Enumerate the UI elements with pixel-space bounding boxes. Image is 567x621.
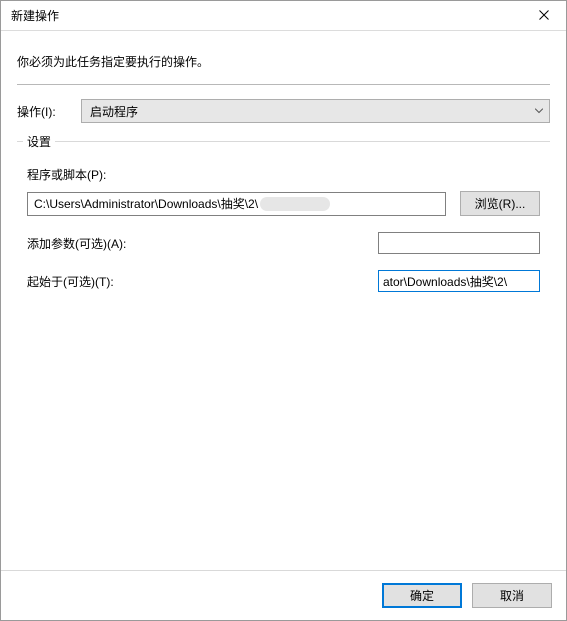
dialog-body: 你必须为此任务指定要执行的操作。 操作(I): 启动程序 设置 程序或脚本(P)… <box>1 31 566 570</box>
dialog-title: 新建操作 <box>11 7 59 24</box>
startin-input[interactable]: ator\Downloads\抽奖\2\ <box>378 270 540 292</box>
action-row: 操作(I): 启动程序 <box>17 99 550 123</box>
startin-label: 起始于(可选)(T): <box>27 273 378 290</box>
cancel-button-label: 取消 <box>500 587 524 604</box>
settings-group: 设置 程序或脚本(P): C:\Users\Administrator\Down… <box>17 141 550 570</box>
program-label: 程序或脚本(P): <box>27 166 540 183</box>
close-button[interactable] <box>521 1 566 31</box>
program-row: C:\Users\Administrator\Downloads\抽奖\2\ 浏… <box>27 191 540 216</box>
arguments-row: 添加参数(可选)(A): <box>27 232 540 254</box>
action-label: 操作(I): <box>17 103 73 120</box>
arguments-label: 添加参数(可选)(A): <box>27 235 378 252</box>
divider <box>17 84 550 85</box>
titlebar: 新建操作 <box>1 1 566 31</box>
cancel-button[interactable]: 取消 <box>472 583 552 608</box>
browse-button[interactable]: 浏览(R)... <box>460 191 540 216</box>
chevron-down-icon <box>535 109 543 114</box>
startin-input-value: ator\Downloads\抽奖\2\ <box>383 273 507 290</box>
program-input-value: C:\Users\Administrator\Downloads\抽奖\2\ <box>34 195 258 212</box>
new-action-dialog: 新建操作 你必须为此任务指定要执行的操作。 操作(I): 启动程序 <box>0 0 567 621</box>
ok-button[interactable]: 确定 <box>382 583 462 608</box>
ok-button-label: 确定 <box>410 587 434 604</box>
redacted-segment <box>260 197 330 211</box>
action-select[interactable]: 启动程序 <box>81 99 550 123</box>
button-bar: 确定 取消 <box>1 570 566 620</box>
startin-row: 起始于(可选)(T): ator\Downloads\抽奖\2\ <box>27 270 540 292</box>
arguments-input[interactable] <box>378 232 540 254</box>
instruction-text: 你必须为此任务指定要执行的操作。 <box>17 53 550 70</box>
action-select-value: 启动程序 <box>90 103 138 120</box>
settings-legend: 设置 <box>23 133 55 150</box>
close-icon <box>539 9 549 23</box>
action-select-wrap: 启动程序 <box>81 99 550 123</box>
browse-button-label: 浏览(R)... <box>475 195 526 212</box>
program-input[interactable]: C:\Users\Administrator\Downloads\抽奖\2\ <box>27 192 446 216</box>
